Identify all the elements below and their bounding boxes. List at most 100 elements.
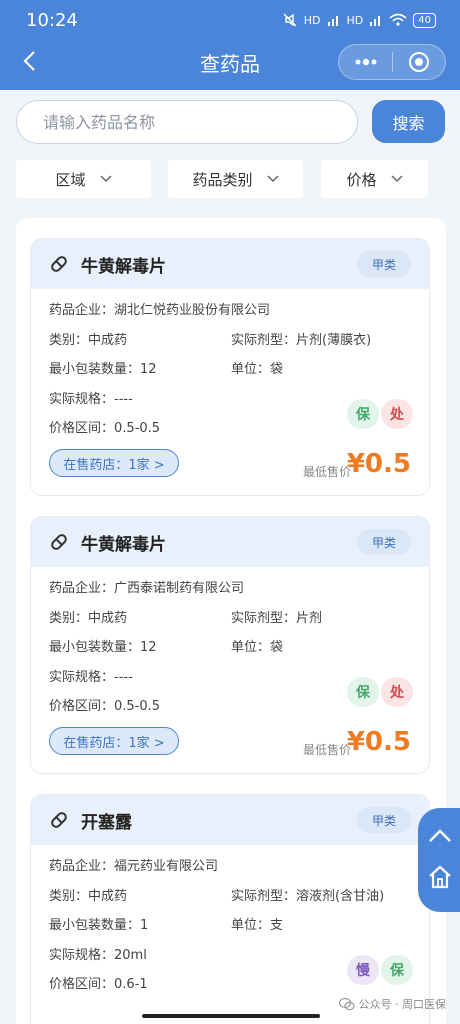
company-row: 药品企业：湖北仁悦药业股份有限公司 <box>49 299 270 318</box>
filter-label: 药品类别 <box>192 170 253 189</box>
battery-icon: 40 <box>413 12 436 28</box>
mini-program-capsule <box>338 44 446 80</box>
insurance-badge: 保 <box>381 955 413 985</box>
watermark: 公众号 · 周口医保 <box>338 996 447 1012</box>
company-value: 广西泰诺制药有限公司 <box>114 581 245 596</box>
search-button[interactable]: 搜索 <box>372 100 445 143</box>
card-header: 开塞露 甲类 <box>31 795 429 845</box>
more-icon <box>355 58 376 66</box>
drug-name: 牛黄解毒片 <box>81 256 166 277</box>
mute-icon <box>283 13 297 27</box>
home-indicator[interactable] <box>142 1014 320 1018</box>
unit-value: 袋 <box>270 640 284 655</box>
min-pack-value: 1 <box>140 918 149 933</box>
min-pack-value: 12 <box>140 640 157 655</box>
label: 实际规格： <box>49 948 115 963</box>
filter-region[interactable]: 区域 <box>16 160 151 198</box>
label: 实际剂型： <box>231 889 297 904</box>
search-input[interactable] <box>16 100 358 144</box>
filter-price[interactable]: 价格 <box>321 160 428 198</box>
home-icon <box>429 865 451 888</box>
category-value: 中成药 <box>88 889 128 904</box>
floating-nav <box>418 808 460 912</box>
wifi-icon <box>389 13 407 26</box>
spec-value: ---- <box>114 670 133 685</box>
drug-class-tag: 甲类 <box>357 529 411 555</box>
unit-row: 单位：袋 <box>231 358 283 377</box>
dosage-row: 实际剂型：溶液剂(含甘油) <box>231 885 384 904</box>
chevron-down-icon <box>99 175 112 183</box>
wechat-icon <box>338 997 355 1011</box>
price-range-value: 0.5-0.5 <box>114 699 161 714</box>
chevron-left-icon <box>23 51 35 71</box>
signal-icon <box>370 16 381 26</box>
min-pack-row: 最小包装数量：1 <box>49 914 148 933</box>
spec-row: 实际规格：---- <box>49 388 133 407</box>
stores-button[interactable]: 在售药店：1家 > <box>49 727 179 755</box>
label: 类别： <box>49 611 89 626</box>
lowest-price: ¥0.5 <box>346 449 411 479</box>
label: 价格区间： <box>49 699 115 714</box>
network-label-1: HD <box>303 13 321 27</box>
chevron-down-icon <box>390 175 403 183</box>
dosage-row: 实际剂型：片剂 <box>231 607 322 626</box>
label: 类别： <box>49 333 89 348</box>
dosage-value: 溶液剂(含甘油) <box>296 889 385 904</box>
watermark-text: 公众号 · 周口医保 <box>358 998 447 1011</box>
label: 单位： <box>231 362 271 377</box>
lowest-price-label: 最低售价 <box>302 743 351 757</box>
category-row: 类别：中成药 <box>49 329 127 348</box>
company-value: 福元药业有限公司 <box>114 859 219 874</box>
label: 单位： <box>231 640 271 655</box>
top-bar: 10:24 HD HD 40 查药品 <box>0 0 460 90</box>
filter-label: 价格 <box>346 170 377 189</box>
unit-value: 袋 <box>270 362 284 377</box>
scroll-top-button[interactable] <box>428 827 452 847</box>
back-button[interactable] <box>14 46 44 76</box>
price-range-row: 价格区间：0.6-1 <box>49 973 148 992</box>
label: 最小包装数量： <box>49 918 141 933</box>
label: 价格区间： <box>49 421 115 436</box>
more-button[interactable] <box>339 44 392 80</box>
unit-value: 支 <box>270 918 284 933</box>
label: 药品企业： <box>49 859 115 874</box>
home-button[interactable] <box>427 864 453 894</box>
label: 实际剂型： <box>231 333 297 348</box>
drug-class-tag: 甲类 <box>357 807 411 833</box>
label: 价格区间： <box>49 977 115 992</box>
label: 药品企业： <box>49 581 115 596</box>
chronic-badge: 慢 <box>347 955 379 985</box>
close-button[interactable] <box>393 44 445 80</box>
dosage-value: 片剂 <box>296 611 323 626</box>
stores-button[interactable]: 在售药店：1家 > <box>49 449 179 477</box>
drug-class-tag: 甲类 <box>357 251 411 277</box>
min-pack-row: 最小包装数量：12 <box>49 636 157 655</box>
spec-row: 实际规格：---- <box>49 666 133 685</box>
target-close-icon <box>408 52 429 72</box>
drug-name: 开塞露 <box>81 812 132 833</box>
company-row: 药品企业：福元药业有限公司 <box>49 855 218 874</box>
drug-card[interactable]: 牛黄解毒片 甲类 药品企业：广西泰诺制药有限公司 类别：中成药 实际剂型：片剂 … <box>30 516 430 774</box>
lowest-price: ¥0.5 <box>346 727 411 757</box>
price-range-value: 0.6-1 <box>114 977 148 992</box>
company-value: 湖北仁悦药业股份有限公司 <box>114 303 271 318</box>
label: 最小包装数量： <box>49 640 141 655</box>
filter-category[interactable]: 药品类别 <box>168 160 303 198</box>
chevron-down-icon <box>266 175 279 183</box>
prescription-badge: 处 <box>381 677 413 707</box>
label: 药品企业： <box>49 303 115 318</box>
insurance-badge: 保 <box>347 677 379 707</box>
label: 实际规格： <box>49 670 115 685</box>
label: 单位： <box>231 918 271 933</box>
min-pack-value: 12 <box>140 362 157 377</box>
drug-card[interactable]: 牛黄解毒片 甲类 药品企业：湖北仁悦药业股份有限公司 类别：中成药 实际剂型：片… <box>30 238 430 496</box>
label: 类别： <box>49 889 89 904</box>
category-row: 类别：中成药 <box>49 607 127 626</box>
label: 实际规格： <box>49 392 115 407</box>
drug-card[interactable]: 开塞露 甲类 药品企业：福元药业有限公司 类别：中成药 实际剂型：溶液剂(含甘油… <box>30 794 430 1024</box>
lowest-price-label: 最低售价 <box>302 465 351 479</box>
pill-icon <box>49 810 69 830</box>
category-value: 中成药 <box>88 611 128 626</box>
pill-icon <box>49 532 69 552</box>
company-row: 药品企业：广西泰诺制药有限公司 <box>49 577 244 596</box>
